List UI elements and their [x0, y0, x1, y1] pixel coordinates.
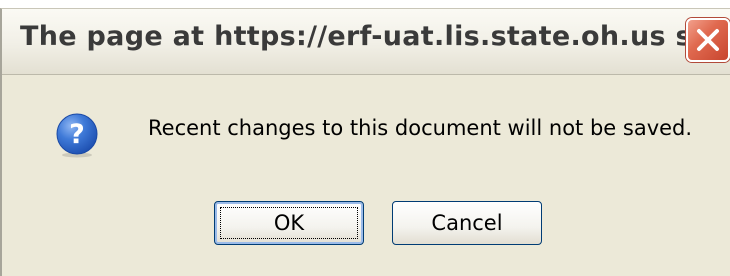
dialog-title: The page at https://erf-uat.lis.state.oh… [20, 21, 724, 52]
cancel-button[interactable]: Cancel [392, 201, 542, 245]
ok-button-label: OK [273, 211, 305, 235]
svg-text:?: ? [69, 119, 85, 150]
question-icon: ? [56, 113, 98, 158]
confirm-dialog: The page at https://erf-uat.lis.state.oh… [0, 8, 730, 276]
cancel-button-label: Cancel [431, 211, 503, 235]
dialog-message: Recent changes to this document will not… [148, 116, 693, 140]
ok-button[interactable]: OK [214, 201, 364, 245]
dialog-titlebar[interactable]: The page at https://erf-uat.lis.state.oh… [2, 9, 730, 75]
close-button[interactable] [686, 18, 730, 62]
close-icon [697, 29, 719, 51]
